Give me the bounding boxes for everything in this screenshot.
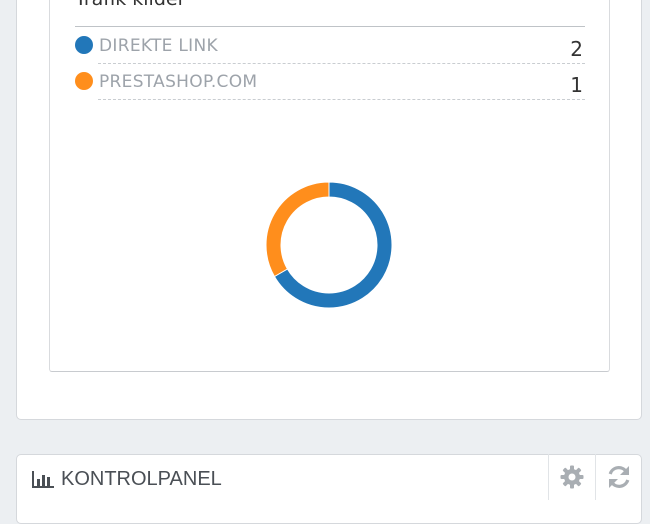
title-divider bbox=[75, 26, 585, 27]
legend-item-direct-link: DIREKTE LINK 2 bbox=[75, 28, 585, 64]
dashboard-title: KONTROLPANEL bbox=[31, 468, 222, 491]
section-title: Trafik kilder bbox=[75, 0, 185, 10]
legend-count: 1 bbox=[570, 73, 583, 97]
refresh-button[interactable] bbox=[595, 454, 642, 500]
legend-count: 2 bbox=[570, 37, 583, 61]
traffic-donut-chart bbox=[265, 181, 393, 309]
legend-label: PRESTASHOP.COM bbox=[99, 72, 258, 92]
gear-icon bbox=[560, 465, 584, 489]
dashboard-panel-header: KONTROLPANEL bbox=[16, 454, 642, 504]
configure-button[interactable] bbox=[548, 454, 595, 500]
legend-label: DIREKTE LINK bbox=[99, 36, 218, 56]
dashboard-title-label: KONTROLPANEL bbox=[61, 468, 222, 490]
donut-slice-prestashop-com bbox=[265, 181, 330, 278]
bar-chart-icon bbox=[32, 470, 54, 488]
legend-dot bbox=[75, 72, 93, 90]
legend-separator bbox=[98, 99, 585, 100]
legend-item-prestashop: PRESTASHOP.COM 1 bbox=[75, 64, 585, 100]
legend-dot bbox=[75, 36, 93, 54]
refresh-icon bbox=[608, 466, 630, 488]
